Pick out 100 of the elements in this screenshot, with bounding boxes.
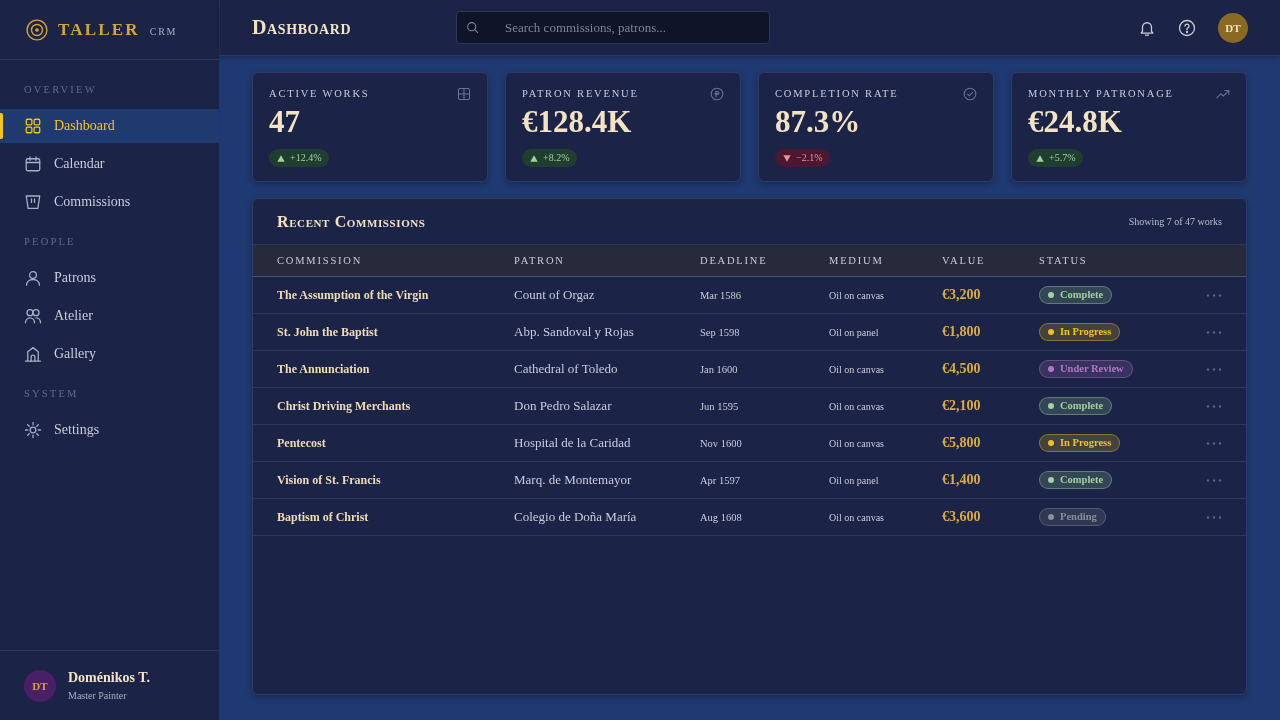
table-cell: €3,600 <box>942 509 981 525</box>
table-cell: €4,500 <box>942 361 981 377</box>
search-field[interactable]: Search commissions, patrons... <box>456 11 770 44</box>
table-cell: Nov 1600 <box>700 437 742 449</box>
search-icon <box>466 21 479 34</box>
table-cell: Oil on panel <box>829 326 879 338</box>
trend-value: +12.4% <box>290 152 322 164</box>
panel-title: Recent Commissions <box>277 212 426 231</box>
stat-value: €24.8K <box>1028 105 1122 139</box>
help-icon[interactable] <box>1178 18 1196 37</box>
trend-value: +8.2% <box>543 152 570 164</box>
table-cell: Oil on canvas <box>829 363 884 375</box>
more-icon[interactable] <box>1206 441 1222 445</box>
table-cell: The Assumption of the Virgin <box>277 287 429 303</box>
table-cell: Jun 1595 <box>700 400 739 412</box>
table-cell: Oil on canvas <box>829 511 884 523</box>
nav-item[interactable]: Calendar <box>0 147 219 181</box>
up-triangle-icon <box>1036 154 1044 162</box>
table-cell: Oil on canvas <box>829 400 884 412</box>
user-role: Master Painter <box>68 689 128 702</box>
status-label: Complete <box>1060 474 1104 486</box>
more-icon[interactable] <box>1206 478 1222 482</box>
column-header: PATRON <box>514 255 565 266</box>
user-avatar[interactable]: DT <box>1218 12 1248 43</box>
people-icon <box>24 307 42 325</box>
brand-name: TALLER <box>58 19 140 40</box>
more-icon[interactable] <box>1206 293 1222 297</box>
up-triangle-icon <box>277 154 285 162</box>
trend-up-icon <box>1216 87 1230 101</box>
results-count: Showing 7 of 47 works <box>1128 216 1222 227</box>
status-label: Complete <box>1060 400 1104 412</box>
table-cell: The Annunciation <box>277 361 370 377</box>
column-header: DEADLINE <box>700 255 768 266</box>
table-cell: Cathedral of Toledo <box>514 361 618 377</box>
calendar-icon <box>24 155 42 173</box>
building-icon <box>24 345 42 363</box>
more-icon[interactable] <box>1206 515 1222 519</box>
user-name: Doménikos T. <box>68 669 150 686</box>
status-label: Under Review <box>1060 363 1124 375</box>
table-cell: Apr 1597 <box>700 474 740 486</box>
table-cell: Colegio de Doña María <box>514 509 637 525</box>
table-cell: Jan 1600 <box>700 363 738 375</box>
stat-label: MONTHLY PATRONAGE <box>1028 87 1174 101</box>
table-cell: Baptism of Christ <box>277 509 369 525</box>
status-label: In Progress <box>1060 326 1112 338</box>
column-header: COMMISSION <box>277 255 363 266</box>
table-cell: Mar 1586 <box>700 289 742 301</box>
table-cell: Vision of St. Francis <box>277 472 381 488</box>
table-cell: €1,800 <box>942 324 981 340</box>
settings-icon <box>24 421 42 439</box>
table-cell: €2,100 <box>942 398 981 414</box>
more-icon[interactable] <box>1206 367 1222 371</box>
nav-item[interactable]: Dashboard <box>0 109 219 143</box>
table-cell: Marq. de Montemayor <box>514 472 632 488</box>
stat-label: COMPLETION RATE <box>775 87 899 101</box>
user-avatar: DT <box>24 669 56 702</box>
table-cell: Oil on panel <box>829 474 879 486</box>
check-circle-icon <box>963 87 977 101</box>
table-cell: €3,200 <box>942 287 981 303</box>
more-icon[interactable] <box>1206 404 1222 408</box>
table-cell: Hospital de la Caridad <box>514 435 631 451</box>
grid-icon <box>457 87 471 101</box>
nav-item[interactable]: Gallery <box>0 337 219 371</box>
down-triangle-icon <box>783 154 791 162</box>
table-cell: Don Pedro Salazar <box>514 398 612 414</box>
table-cell: €1,400 <box>942 472 981 488</box>
status-label: In Progress <box>1060 437 1112 449</box>
table-cell: Aug 1608 <box>700 511 742 523</box>
trend-value: −2.1% <box>796 152 823 164</box>
stat-value: 87.3% <box>775 105 861 139</box>
table-cell: Sep 1598 <box>700 326 740 338</box>
column-header: VALUE <box>942 255 986 266</box>
stat-label: ACTIVE WORKS <box>269 87 370 101</box>
section-label: SYSTEM <box>24 387 79 401</box>
table-cell: €5,800 <box>942 435 981 451</box>
bucket-icon <box>24 193 42 211</box>
trend-value: +5.7% <box>1049 152 1076 164</box>
nav-item[interactable]: Atelier <box>0 299 219 333</box>
brand-suffix: CRM <box>149 26 177 38</box>
stat-value: 47 <box>269 105 300 139</box>
up-triangle-icon <box>530 154 538 162</box>
table-cell: Count of Orgaz <box>514 287 595 303</box>
section-label: OVERVIEW <box>24 83 97 97</box>
status-label: Pending <box>1060 511 1097 523</box>
table-cell: Oil on canvas <box>829 437 884 449</box>
column-header: MEDIUM <box>829 255 884 266</box>
more-icon[interactable] <box>1206 330 1222 334</box>
grid-icon <box>24 117 42 135</box>
table-cell: Pentecost <box>277 435 326 451</box>
table-cell: Oil on canvas <box>829 289 884 301</box>
stat-label: PATRON REVENUE <box>522 87 639 101</box>
status-label: Complete <box>1060 289 1104 301</box>
nav-item[interactable]: Commissions <box>0 185 219 219</box>
column-header: STATUS <box>1039 255 1088 266</box>
nav-item[interactable]: Patrons <box>0 261 219 295</box>
section-label: PEOPLE <box>24 235 76 249</box>
nav-item[interactable]: Settings <box>0 413 219 447</box>
stat-value: €128.4K <box>522 105 632 139</box>
table-cell: Christ Driving Merchants <box>277 398 411 414</box>
logo-icon <box>26 18 48 41</box>
